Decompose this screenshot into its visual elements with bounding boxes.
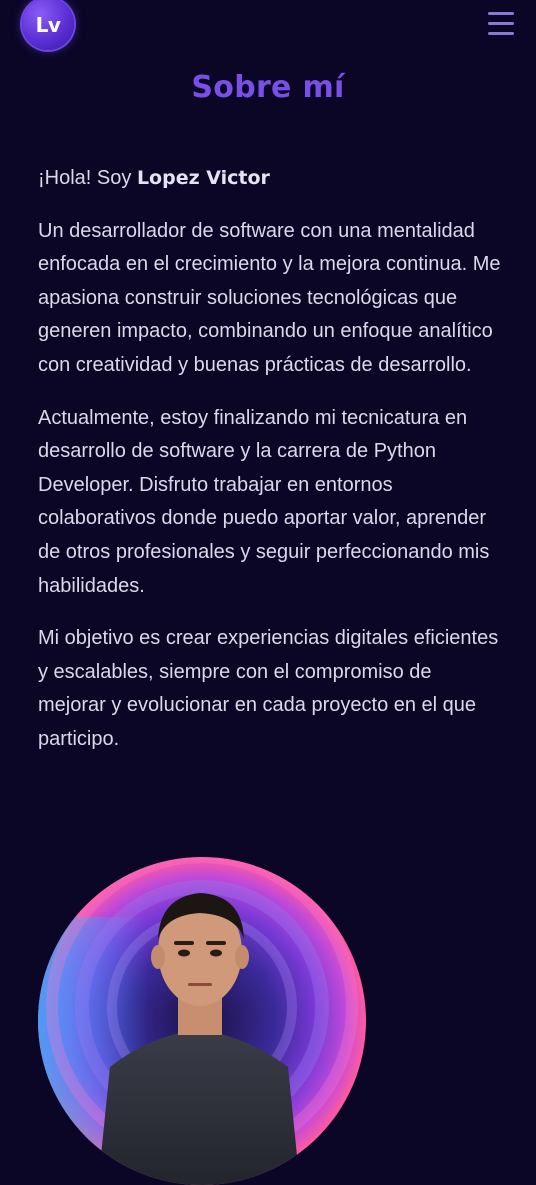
greeting: ¡Hola! Soy Lopez Victor [38, 162, 504, 196]
logo[interactable]: Lv [22, 0, 74, 50]
profile-photo-image [38, 857, 366, 1185]
about-paragraph-1: Un desarrollador de software con una men… [38, 219, 501, 376]
profile-photo [38, 857, 366, 1185]
author-name: Lopez Victor [136, 167, 270, 189]
page-title: Sobre mí [191, 70, 345, 105]
menu-line [488, 22, 514, 25]
logo-text: Lv [35, 13, 61, 37]
about-paragraph-2: Actualmente, estoy finalizando mi tecnic… [38, 406, 490, 597]
about-paragraph-3: Mi objetivo es crear experiencias digita… [38, 627, 499, 750]
about-section: ¡Hola! Soy Lopez Victor Un desarrollador… [38, 162, 504, 776]
greeting-prefix: ¡Hola! Soy [38, 167, 137, 189]
menu-line [488, 12, 514, 15]
menu-line [488, 32, 514, 35]
hamburger-menu-icon[interactable] [488, 11, 514, 35]
